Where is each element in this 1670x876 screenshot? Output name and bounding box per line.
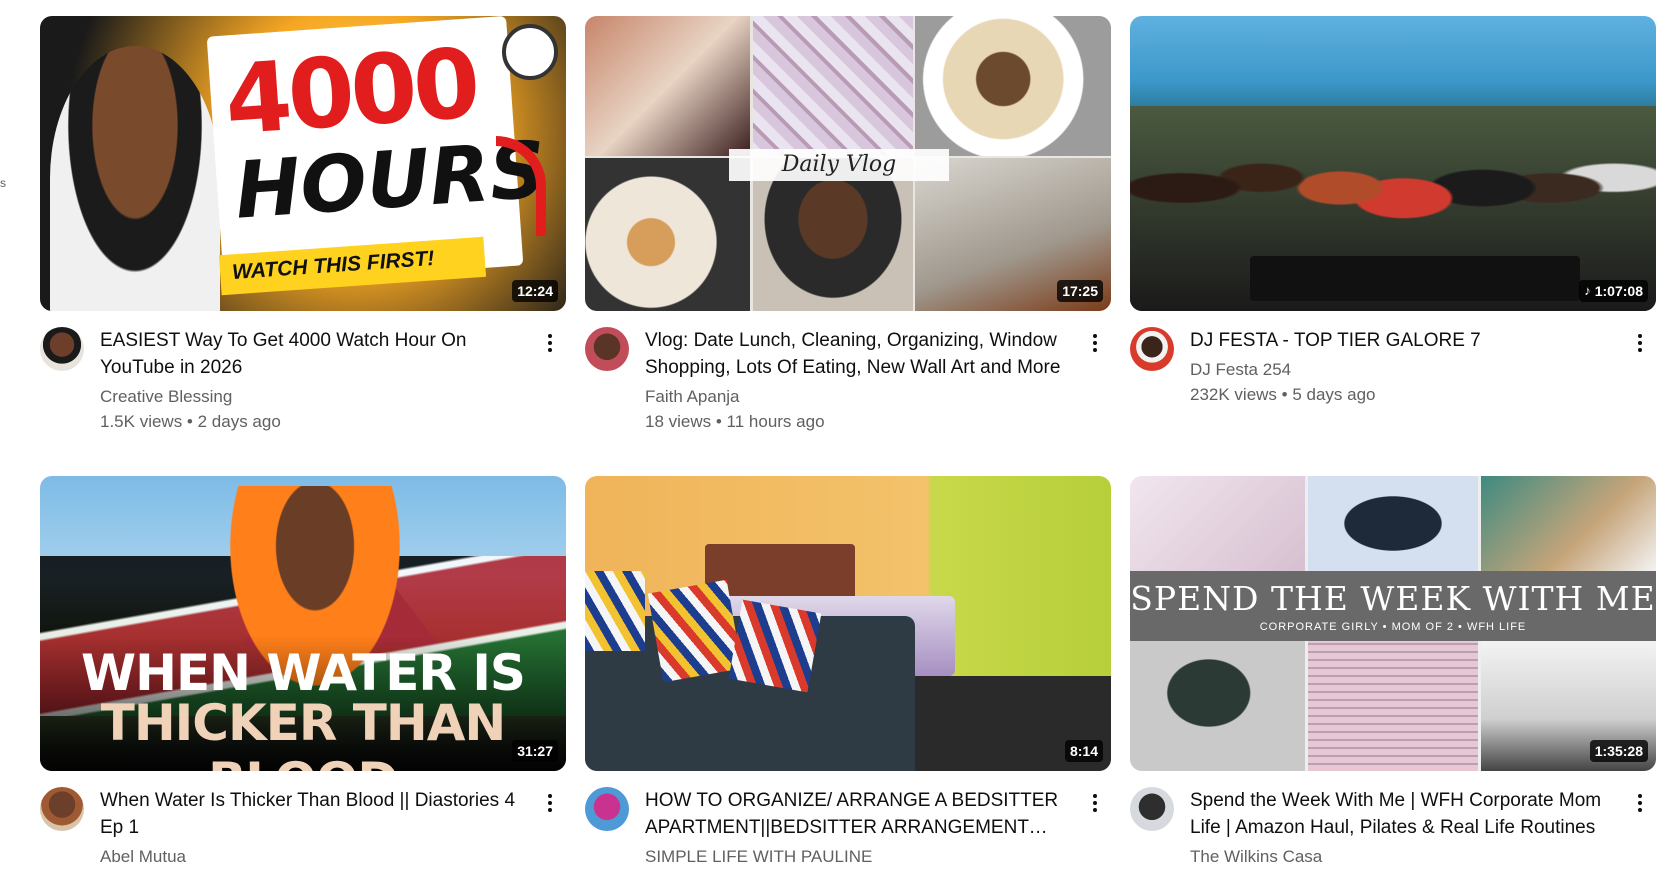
video-stats: 1.5K views • 2 days ago bbox=[100, 412, 281, 431]
video-card: 8:14 HOW TO ORGANIZE/ ARRANGE A BEDSITTE… bbox=[585, 476, 1111, 869]
thumbnail-art: Daily Vlog bbox=[585, 16, 1111, 311]
video-card: WHEN WATER IS THICKER THAN BLOOD 31:27 W… bbox=[40, 476, 566, 869]
video-card: ♪ 1:07:08 DJ FESTA - TOP TIER GALORE 7 DJ… bbox=[1130, 16, 1656, 435]
duration-text: 1:35:28 bbox=[1594, 743, 1643, 759]
duration-badge: 8:14 bbox=[1064, 740, 1103, 762]
video-row: WHEN WATER IS THICKER THAN BLOOD 31:27 W… bbox=[40, 476, 1660, 869]
channel-name[interactable]: Creative Blessing bbox=[100, 385, 532, 409]
channel-name[interactable]: Abel Mutua bbox=[100, 845, 532, 869]
duration-text: 31:27 bbox=[517, 743, 553, 759]
video-info: DJ FESTA - TOP TIER GALORE 7 DJ Festa 25… bbox=[1190, 327, 1656, 408]
duration-badge: ♪ 1:07:08 bbox=[1579, 280, 1648, 302]
duration-badge: 1:35:28 bbox=[1589, 740, 1648, 762]
channel-name[interactable]: SIMPLE LIFE WITH PAULINE bbox=[645, 845, 1077, 869]
video-thumbnail[interactable]: ♪ 1:07:08 bbox=[1130, 16, 1656, 311]
thumbnail-title: SPEND THE WEEK WITH ME bbox=[1130, 579, 1656, 618]
video-title[interactable]: Spend the Week With Me | WFH Corporate M… bbox=[1190, 787, 1622, 841]
video-thumbnail[interactable]: 4000 HOURS WATCH THIS FIRST! 12:24 bbox=[40, 16, 566, 311]
video-card: Daily Vlog 17:25 Vlog: Date Lunch, Clean… bbox=[585, 16, 1111, 435]
video-card: 4000 HOURS WATCH THIS FIRST! 12:24 EASIE… bbox=[40, 16, 566, 435]
video-info: Vlog: Date Lunch, Cleaning, Organizing, … bbox=[645, 327, 1111, 435]
duration-text: 17:25 bbox=[1062, 283, 1098, 299]
video-card: SPEND THE WEEK WITH ME CORPORATE GIRLY •… bbox=[1130, 476, 1656, 869]
duration-badge: 12:24 bbox=[512, 280, 558, 302]
video-info: HOW TO ORGANIZE/ ARRANGE A BEDSITTER APA… bbox=[645, 787, 1111, 869]
thumbnail-art: 4000 HOURS WATCH THIS FIRST! bbox=[40, 16, 566, 311]
channel-avatar[interactable] bbox=[40, 787, 84, 831]
video-meta: HOW TO ORGANIZE/ ARRANGE A BEDSITTER APA… bbox=[585, 787, 1111, 869]
duration-badge: 31:27 bbox=[512, 740, 558, 762]
clock-icon bbox=[502, 24, 558, 80]
video-info: Spend the Week With Me | WFH Corporate M… bbox=[1190, 787, 1656, 869]
video-meta: EASIEST Way To Get 4000 Watch Hour On Yo… bbox=[40, 327, 566, 435]
creator-figure bbox=[50, 46, 220, 311]
video-meta: Spend the Week With Me | WFH Corporate M… bbox=[1130, 787, 1656, 869]
video-info: EASIEST Way To Get 4000 Watch Hour On Yo… bbox=[100, 327, 566, 435]
video-meta: DJ FESTA - TOP TIER GALORE 7 DJ Festa 25… bbox=[1130, 327, 1656, 408]
thumbnail-label: Daily Vlog bbox=[729, 149, 949, 181]
more-actions-icon[interactable] bbox=[1628, 787, 1652, 819]
more-actions-icon[interactable] bbox=[1083, 327, 1107, 359]
channel-name[interactable]: The Wilkins Casa bbox=[1190, 845, 1622, 869]
video-title[interactable]: EASIEST Way To Get 4000 Watch Hour On Yo… bbox=[100, 327, 532, 381]
dj-deck bbox=[1250, 256, 1580, 301]
video-thumbnail[interactable]: 8:14 bbox=[585, 476, 1111, 771]
duration-text: 12:24 bbox=[517, 283, 553, 299]
more-actions-icon[interactable] bbox=[538, 787, 562, 819]
thumbnail-art: SPEND THE WEEK WITH ME CORPORATE GIRLY •… bbox=[1130, 476, 1656, 771]
video-title[interactable]: Vlog: Date Lunch, Cleaning, Organizing, … bbox=[645, 327, 1077, 381]
thumbnail-art bbox=[585, 476, 1111, 771]
more-actions-icon[interactable] bbox=[538, 327, 562, 359]
video-title[interactable]: When Water Is Thicker Than Blood || Dias… bbox=[100, 787, 532, 841]
video-row: 4000 HOURS WATCH THIS FIRST! 12:24 EASIE… bbox=[40, 16, 1660, 435]
channel-name[interactable]: Faith Apanja bbox=[645, 385, 1077, 409]
channel-avatar[interactable] bbox=[585, 787, 629, 831]
clipped-sidebar-text: s bbox=[0, 176, 6, 190]
video-meta: When Water Is Thicker Than Blood || Dias… bbox=[40, 787, 566, 869]
thumbnail-line-2: THICKER THAN BLOOD bbox=[100, 694, 507, 771]
music-note-icon: ♪ bbox=[1584, 283, 1591, 298]
channel-avatar[interactable] bbox=[1130, 787, 1174, 831]
duration-text: 8:14 bbox=[1069, 743, 1098, 759]
video-meta: Vlog: Date Lunch, Cleaning, Organizing, … bbox=[585, 327, 1111, 435]
video-title[interactable]: DJ FESTA - TOP TIER GALORE 7 bbox=[1190, 327, 1622, 354]
video-title[interactable]: HOW TO ORGANIZE/ ARRANGE A BEDSITTER APA… bbox=[645, 787, 1077, 841]
channel-name[interactable]: DJ Festa 254 bbox=[1190, 358, 1622, 382]
thumbnail-art bbox=[1130, 16, 1656, 311]
channel-avatar[interactable] bbox=[1130, 327, 1174, 371]
video-stats: 18 views • 11 hours ago bbox=[645, 412, 825, 431]
video-stats: 232K views • 5 days ago bbox=[1190, 385, 1376, 404]
duration-badge: 17:25 bbox=[1057, 280, 1103, 302]
video-thumbnail[interactable]: WHEN WATER IS THICKER THAN BLOOD 31:27 bbox=[40, 476, 566, 771]
video-info: When Water Is Thicker Than Blood || Dias… bbox=[100, 787, 566, 869]
thumbnail-art: WHEN WATER IS THICKER THAN BLOOD bbox=[40, 476, 566, 771]
video-thumbnail[interactable]: Daily Vlog 17:25 bbox=[585, 16, 1111, 311]
duration-text: 1:07:08 bbox=[1594, 283, 1643, 299]
video-grid: 4000 HOURS WATCH THIS FIRST! 12:24 EASIE… bbox=[40, 16, 1660, 869]
channel-avatar[interactable] bbox=[40, 327, 84, 371]
thumbnail-subtitle: CORPORATE GIRLY • MOM OF 2 • WFH LIFE bbox=[1259, 621, 1527, 633]
more-actions-icon[interactable] bbox=[1628, 327, 1652, 359]
video-thumbnail[interactable]: SPEND THE WEEK WITH ME CORPORATE GIRLY •… bbox=[1130, 476, 1656, 771]
channel-avatar[interactable] bbox=[585, 327, 629, 371]
more-actions-icon[interactable] bbox=[1083, 787, 1107, 819]
